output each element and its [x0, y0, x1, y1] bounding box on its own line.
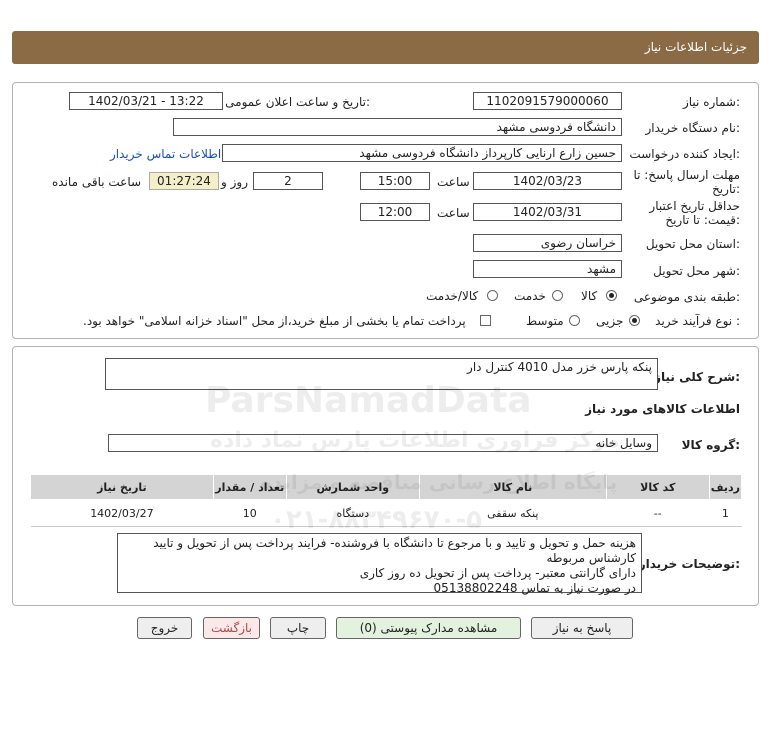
deadline-date-field[interactable]: 1402/03/23 — [473, 172, 622, 190]
remaining-time-field: 01:27:24 — [149, 172, 219, 190]
cell-code: -- — [606, 499, 710, 527]
summary-label: شرح کلی نیاز: — [654, 370, 740, 384]
category-radio-goods-service[interactable] — [487, 290, 498, 301]
buyer-note-line: کارشناس مربوطه — [546, 551, 636, 565]
process-label: نوع فرآیند خرید : — [655, 314, 740, 328]
table-row[interactable]: 1 -- پنکه سقفی دستگاه 10 1402/03/27 — [30, 499, 742, 527]
province-field[interactable]: خراسان رضوی — [473, 234, 622, 252]
col-unit: واحد شمارش — [285, 474, 420, 500]
buyer-note-line: در صورت نیاز به تماس 05138802248 — [433, 581, 636, 595]
goods-info-title: اطلاعات کالاهای مورد نیاز — [585, 402, 740, 416]
page-header: جزئیات اطلاعات نیاز — [12, 31, 759, 64]
col-code: کد کالا — [605, 474, 710, 500]
buyer-field[interactable]: دانشگاه فردوسی مشهد — [173, 118, 622, 136]
category-option-service: خدمت — [514, 289, 546, 303]
need-number-label: شماره نیاز: — [682, 95, 740, 109]
print-button[interactable]: چاپ — [270, 617, 326, 639]
validity-date-field[interactable]: 1402/03/31 — [473, 203, 622, 221]
category-radio-goods[interactable] — [606, 290, 617, 301]
days-label: روز و — [221, 175, 248, 189]
goods-table: ردیف کد کالا نام کالا واحد شمارش تعداد /… — [30, 474, 743, 527]
goods-group-field[interactable]: وسایل خانه — [108, 434, 658, 452]
col-date: تاریخ نیاز — [30, 474, 214, 500]
announce-field[interactable]: 1402/03/21 - 13:22 — [69, 92, 223, 110]
process-option-medium: متوسط — [526, 314, 564, 328]
buyer-notes-field[interactable]: هزینه حمل و تحویل و تایید و با مرجوع تا … — [117, 533, 642, 595]
city-field[interactable]: مشهد — [473, 260, 622, 278]
treasury-checkbox[interactable] — [480, 315, 491, 326]
city-label: شهر محل تحویل: — [653, 264, 740, 278]
validity-label-line2: قیمت: تا تاریخ: — [665, 213, 740, 227]
process-radio-medium[interactable] — [569, 315, 580, 326]
summary-field[interactable]: پنکه پارس خزر مدل 4010 کنترل دار — [105, 358, 658, 390]
reply-button[interactable]: پاسخ به نیاز — [531, 617, 633, 639]
validity-label-line1: حداقل تاریخ اعتبار — [649, 199, 740, 213]
process-option-minor: جزیی — [596, 314, 624, 328]
cell-qty: 10 — [213, 499, 287, 527]
col-name: نام کالا — [418, 474, 607, 500]
buyer-note-line: دارای گارانتی معتبر- پرداخت پس از تحویل … — [359, 566, 636, 580]
buyer-notes-label: توضیحات خریدار: — [638, 557, 740, 571]
validity-label: حداقل تاریخ اعتبار قیمت: تا تاریخ: — [649, 199, 740, 227]
goods-group-label: گروه کالا: — [681, 438, 740, 452]
cell-unit: دستگاه — [286, 499, 420, 527]
deadline-time-label: ساعت — [437, 175, 470, 189]
announce-label: تاریخ و ساعت اعلان عمومی: — [225, 95, 370, 109]
deadline-time-field[interactable]: 15:00 — [360, 172, 430, 190]
treasury-note: پرداخت تمام یا بخشی از مبلغ خرید،از محل … — [83, 314, 466, 328]
cell-name: پنکه سقفی — [419, 499, 607, 527]
attachments-button[interactable]: مشاهده مدارک پیوستی (0) — [336, 617, 521, 639]
remaining-label: ساعت باقی مانده — [52, 175, 142, 189]
province-label: استان محل تحویل: — [645, 237, 740, 251]
col-qty: تعداد / مقدار — [212, 474, 287, 500]
buyer-note-line: هزینه حمل و تحویل و تایید و با مرجوع تا … — [153, 536, 636, 550]
goods-table-header: ردیف کد کالا نام کالا واحد شمارش تعداد /… — [30, 474, 743, 500]
process-radio-minor[interactable] — [629, 315, 640, 326]
validity-time-label: ساعت — [437, 206, 470, 220]
buyer-contact-link[interactable]: اطلاعات تماس خریدار — [110, 147, 221, 161]
deadline-label-line1: مهلت ارسال پاسخ: تا — [633, 168, 740, 182]
days-field[interactable]: 2 — [253, 172, 323, 190]
back-button[interactable]: بازگشت — [203, 617, 260, 639]
buyer-label: نام دستگاه خریدار: — [645, 121, 741, 135]
category-radio-service[interactable] — [552, 290, 563, 301]
page-title: جزئیات اطلاعات نیاز — [644, 40, 747, 54]
validity-time-field[interactable]: 12:00 — [360, 203, 430, 221]
need-number-field[interactable]: 1102091579000060 — [473, 92, 622, 110]
category-option-goods: کالا — [581, 289, 598, 303]
cell-row: 1 — [709, 499, 742, 527]
deadline-label: مهلت ارسال پاسخ: تا تاریخ: — [633, 168, 740, 196]
col-row: ردیف — [708, 474, 743, 500]
exit-button[interactable]: خروج — [137, 617, 192, 639]
creator-field[interactable]: حسین زارع ارنایی کارپرداز دانشگاه فردوسی… — [222, 144, 622, 162]
deadline-label-line2: تاریخ: — [712, 182, 740, 196]
category-option-goods-service: کالا/خدمت — [426, 289, 479, 303]
category-label: طبقه بندی موضوعی: — [633, 290, 740, 304]
creator-label: ایجاد کننده درخواست: — [629, 147, 740, 161]
cell-date: 1402/03/27 — [30, 499, 214, 527]
